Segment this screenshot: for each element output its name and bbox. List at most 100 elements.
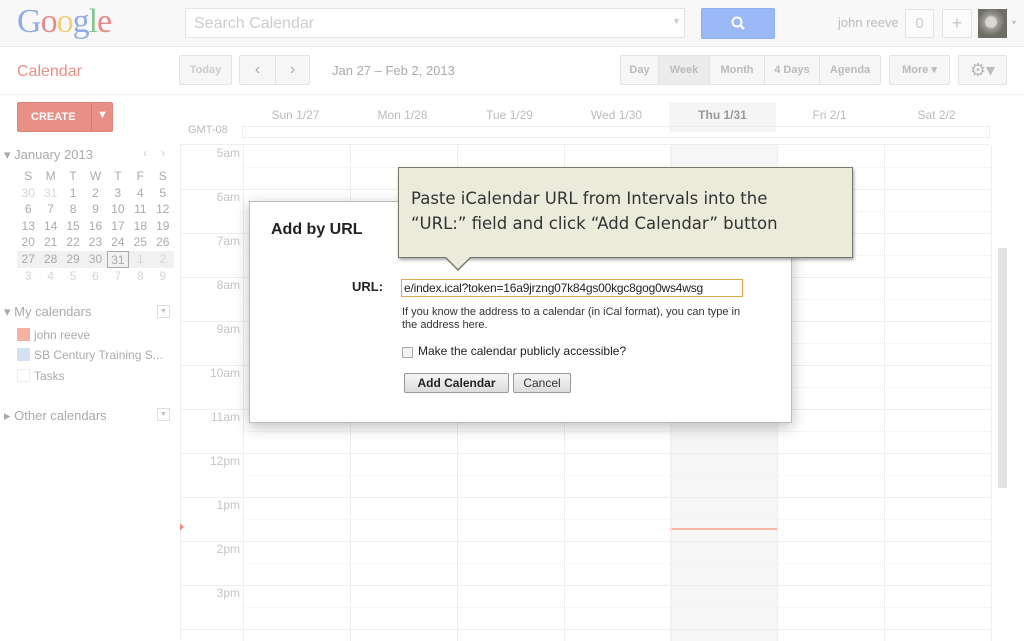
mini-day[interactable]: 19 xyxy=(152,218,174,235)
calendar-item[interactable]: SB Century Training S... xyxy=(17,348,163,362)
view-week-button[interactable]: Week xyxy=(658,55,709,85)
next-week-button[interactable]: › xyxy=(275,55,310,85)
calendar-item[interactable]: john reeve xyxy=(17,328,90,342)
scrollbar[interactable] xyxy=(998,248,1007,488)
toolbar-divider xyxy=(0,94,1024,95)
mini-day[interactable]: 8 xyxy=(62,201,84,218)
mini-day[interactable]: 9 xyxy=(152,268,174,285)
hour-label: 1pm xyxy=(216,498,240,512)
mini-day[interactable]: 15 xyxy=(62,218,84,235)
mini-day[interactable]: 12 xyxy=(152,201,174,218)
public-checkbox[interactable] xyxy=(402,347,413,358)
add-calendar-button[interactable]: Add Calendar xyxy=(404,373,509,393)
view-4days-button[interactable]: 4 Days xyxy=(764,55,819,85)
mini-day[interactable]: 11 xyxy=(129,201,151,218)
mini-day[interactable]: 1 xyxy=(62,185,84,202)
notifications-button[interactable]: 0 xyxy=(905,9,934,38)
more-button[interactable]: More ▾ xyxy=(889,55,950,85)
quick-add-caret-icon[interactable]: ▼ xyxy=(97,109,108,121)
mini-day[interactable]: 7 xyxy=(107,268,129,285)
mini-calendar-prev-button[interactable]: ‹ xyxy=(143,146,147,160)
avatar[interactable] xyxy=(978,9,1007,38)
mini-day[interactable]: 2 xyxy=(152,251,174,268)
day-column-line xyxy=(991,145,992,641)
my-calendars-header[interactable]: ▾ My calendars xyxy=(4,304,91,320)
hour-label: 8am xyxy=(216,278,240,292)
mini-day[interactable]: 30 xyxy=(17,185,39,202)
day-header[interactable]: Mon 1/28 xyxy=(349,108,456,122)
mini-day[interactable]: 10 xyxy=(107,201,129,218)
google-logo[interactable]: Google xyxy=(17,3,112,41)
day-header[interactable]: Fri 2/1 xyxy=(776,108,883,122)
mini-day[interactable]: 5 xyxy=(62,268,84,285)
prev-week-button[interactable]: ‹ xyxy=(239,55,275,85)
mini-day[interactable]: 2 xyxy=(84,185,106,202)
calendar-item[interactable]: Tasks xyxy=(17,369,65,383)
mini-day[interactable]: 8 xyxy=(129,268,151,285)
mini-day[interactable]: 13 xyxy=(17,218,39,235)
mini-day[interactable]: 25 xyxy=(129,234,151,251)
hour-label: 6am xyxy=(216,190,240,204)
cancel-button[interactable]: Cancel xyxy=(513,373,571,393)
current-time-line xyxy=(670,528,777,530)
mini-day[interactable]: 24 xyxy=(107,234,129,251)
all-day-row[interactable] xyxy=(242,126,990,138)
mini-day[interactable]: 6 xyxy=(17,201,39,218)
mini-day[interactable]: 30 xyxy=(84,251,106,268)
public-checkbox-label[interactable]: Make the calendar publicly accessible? xyxy=(418,344,626,358)
mini-day[interactable]: 18 xyxy=(129,218,151,235)
mini-day[interactable]: 4 xyxy=(129,185,151,202)
mini-weekday: M xyxy=(45,169,56,183)
mini-day[interactable]: 31 xyxy=(39,185,61,202)
mini-day[interactable]: 3 xyxy=(107,185,129,202)
current-time-marker-icon xyxy=(180,523,184,531)
half-hour-gridline xyxy=(243,563,991,564)
mini-day[interactable]: 7 xyxy=(39,201,61,218)
mini-day[interactable]: 6 xyxy=(84,268,106,285)
view-month-button[interactable]: Month xyxy=(709,55,764,85)
search-button[interactable] xyxy=(701,8,775,39)
mini-day[interactable]: 1 xyxy=(129,251,151,268)
day-header[interactable]: Tue 1/29 xyxy=(456,108,563,122)
share-button[interactable]: + xyxy=(942,9,972,38)
other-calendars-header[interactable]: ▸ Other calendars xyxy=(4,408,107,424)
mini-day[interactable]: 3 xyxy=(17,268,39,285)
mini-calendar-next-button[interactable]: › xyxy=(161,146,165,160)
gear-icon: ⚙▾ xyxy=(969,60,996,80)
day-header[interactable]: Wed 1/30 xyxy=(563,108,670,122)
timezone-label: GMT-08 xyxy=(188,124,228,136)
mini-day[interactable]: 27 xyxy=(17,251,39,268)
search-options-caret-icon[interactable]: ▼ xyxy=(672,16,681,26)
mini-day[interactable]: 5 xyxy=(152,185,174,202)
view-agenda-button[interactable]: Agenda xyxy=(819,55,881,85)
url-label: URL: xyxy=(352,279,384,294)
mini-day[interactable]: 17 xyxy=(107,218,129,235)
calendar-name: SB Century Training S... xyxy=(34,348,163,362)
other-calendars-dropdown[interactable]: ▼ xyxy=(157,408,170,421)
mini-day[interactable]: 26 xyxy=(152,234,174,251)
mini-day[interactable]: 28 xyxy=(39,251,61,268)
mini-day[interactable]: 4 xyxy=(39,268,61,285)
url-input[interactable] xyxy=(401,279,743,297)
mini-day[interactable]: 22 xyxy=(62,234,84,251)
view-day-button[interactable]: Day xyxy=(620,55,658,85)
day-header[interactable]: Sun 1/27 xyxy=(242,108,349,122)
mini-day[interactable]: 23 xyxy=(84,234,106,251)
account-caret-icon[interactable]: ▾ xyxy=(1012,18,1016,27)
mini-day-today[interactable]: 31 xyxy=(106,250,130,268)
mini-day[interactable]: 20 xyxy=(17,234,39,251)
today-button[interactable]: Today xyxy=(179,55,232,85)
mini-calendar-title[interactable]: ▾ January 2013 xyxy=(4,147,93,163)
search-input[interactable]: Search Calendar xyxy=(185,8,685,38)
mini-day[interactable]: 14 xyxy=(39,218,61,235)
mini-day[interactable]: 9 xyxy=(84,201,106,218)
settings-button[interactable]: ⚙▾ xyxy=(958,55,1007,85)
day-header[interactable]: Sat 2/2 xyxy=(883,108,990,122)
mini-day[interactable]: 21 xyxy=(39,234,61,251)
mini-day[interactable]: 16 xyxy=(84,218,106,235)
mini-day[interactable]: 29 xyxy=(62,251,84,268)
user-name-link[interactable]: john reeve xyxy=(838,15,899,30)
hour-label: 7am xyxy=(216,234,240,248)
my-calendars-dropdown[interactable]: ▼ xyxy=(157,305,170,318)
create-button[interactable]: CREATE ▼ xyxy=(17,102,113,132)
